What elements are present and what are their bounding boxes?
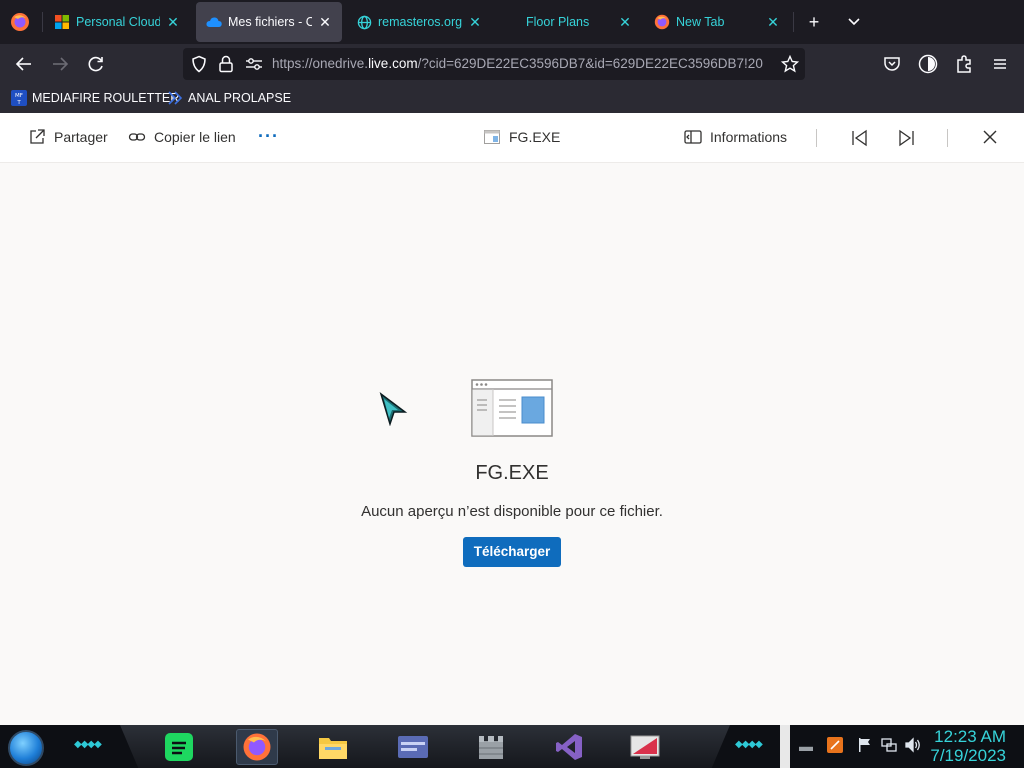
information-button[interactable]: Informations bbox=[684, 128, 787, 146]
share-button[interactable]: Partager bbox=[28, 128, 108, 146]
tab-floor-plans[interactable]: Floor Plans ✕ bbox=[496, 2, 642, 42]
bookmark-mediafire-rouletter[interactable]: MF T MEDIAFIRE ROULETTER bbox=[11, 90, 179, 106]
close-tab-icon[interactable]: ✕ bbox=[468, 15, 482, 29]
tab-personal-cloud[interactable]: Personal Cloud S ✕ bbox=[44, 2, 190, 42]
bookmarks-toolbar: MF T MEDIAFIRE ROULETTER ANAL PROLAPSE bbox=[0, 84, 1024, 113]
shield-tracking-protection-icon[interactable] bbox=[190, 55, 208, 78]
reload-icon[interactable] bbox=[86, 54, 106, 74]
tab-title: remasteros.org/i bbox=[378, 15, 462, 29]
new-tab-plus-icon[interactable]: + bbox=[804, 12, 824, 32]
svg-text:MF: MF bbox=[15, 93, 23, 99]
mediafire-icon: MF T bbox=[11, 90, 27, 106]
taskbar-app-spotify[interactable] bbox=[158, 729, 200, 765]
navigation-toolbar: https://onedrive.live.com/?cid=629DE22EC… bbox=[0, 44, 1024, 84]
command-divider bbox=[947, 129, 948, 147]
network-icon[interactable] bbox=[880, 737, 898, 755]
taskbar-app-media[interactable] bbox=[624, 729, 666, 765]
taskbar-decoration-chevrons: ◆◆◆◆ bbox=[735, 739, 763, 750]
share-icon bbox=[28, 128, 46, 146]
copy-link-label: Copier le lien bbox=[154, 129, 236, 145]
tab-new-tab[interactable]: New Tab ✕ bbox=[644, 2, 790, 42]
url-text[interactable]: https://onedrive.live.com/?cid=629DE22EC… bbox=[272, 56, 772, 71]
previous-file-icon[interactable] bbox=[849, 128, 869, 148]
bookmark-star-icon[interactable] bbox=[780, 54, 800, 78]
file-name-heading: FG.EXE bbox=[475, 462, 549, 484]
exe-file-icon bbox=[483, 128, 501, 146]
next-file-icon[interactable] bbox=[897, 128, 917, 148]
tab-title: Personal Cloud S bbox=[76, 15, 160, 29]
site-permissions-icon[interactable] bbox=[245, 56, 263, 77]
microsoft-logo-icon bbox=[54, 14, 70, 30]
tab-divider bbox=[42, 12, 43, 32]
tab-title: Floor Plans bbox=[526, 15, 590, 29]
taskbar: ◆◆◆◆ ◆◆◆◆ ▬ 12:23 AM 7/19/2023 bbox=[0, 725, 1024, 768]
close-tab-icon[interactable]: ✕ bbox=[618, 15, 632, 29]
taskbar-app-window[interactable] bbox=[392, 729, 434, 765]
firefox-account-icon[interactable] bbox=[918, 54, 938, 74]
extensions-puzzle-icon[interactable] bbox=[954, 54, 974, 74]
taskbar-app-castle[interactable] bbox=[470, 729, 512, 765]
bookmark-folder-icon bbox=[167, 90, 183, 106]
taskbar-decoration-chevrons: ◆◆◆◆ bbox=[74, 739, 102, 750]
download-button[interactable]: Télécharger bbox=[463, 537, 561, 567]
pocket-icon[interactable] bbox=[882, 54, 902, 74]
lock-icon[interactable] bbox=[218, 55, 234, 78]
show-desktop-icon[interactable]: ▬ bbox=[797, 737, 815, 755]
copy-link-button[interactable]: Copier le lien bbox=[128, 128, 236, 146]
url-bar[interactable]: https://onedrive.live.com/?cid=629DE22EC… bbox=[183, 48, 805, 80]
close-viewer-icon[interactable] bbox=[981, 128, 1001, 148]
taskbar-app-visual-studio[interactable] bbox=[548, 729, 590, 765]
taskbar-scrollbar[interactable] bbox=[780, 725, 790, 768]
list-all-tabs-chevron-icon[interactable] bbox=[844, 12, 864, 32]
link-icon bbox=[128, 128, 146, 146]
bookmark-label: ANAL PROLAPSE bbox=[188, 91, 292, 105]
clock-time: 12:23 AM bbox=[934, 727, 1006, 746]
firefox-menu-icon[interactable] bbox=[10, 12, 30, 32]
volume-icon[interactable] bbox=[904, 737, 922, 755]
firefox-icon bbox=[654, 14, 670, 30]
globe-icon bbox=[356, 14, 372, 30]
onedrive-cloud-icon bbox=[206, 14, 222, 30]
start-orb-icon[interactable] bbox=[8, 730, 44, 766]
bookmark-anal-prolapse[interactable]: ANAL PROLAPSE bbox=[167, 90, 291, 106]
file-title-text: FG.EXE bbox=[509, 129, 561, 145]
share-label: Partager bbox=[54, 129, 108, 145]
tab-title: Mes fichiers - One bbox=[228, 15, 312, 29]
close-tab-icon[interactable]: ✕ bbox=[318, 15, 332, 29]
tab-mes-fichiers[interactable]: Mes fichiers - One ✕ bbox=[196, 2, 342, 42]
taskbar-app-file-explorer[interactable] bbox=[312, 729, 354, 765]
close-tab-icon[interactable]: ✕ bbox=[166, 15, 180, 29]
close-tab-icon[interactable]: ✕ bbox=[766, 15, 780, 29]
svg-text:T: T bbox=[16, 100, 21, 106]
clock-date: 7/19/2023 bbox=[930, 746, 1006, 765]
bookmark-label: MEDIAFIRE ROULETTER bbox=[32, 91, 180, 105]
tab-divider bbox=[793, 12, 794, 32]
hamburger-menu-icon[interactable] bbox=[990, 54, 1010, 74]
taskbar-clock[interactable]: 12:23 AM 7/19/2023 bbox=[930, 727, 1006, 765]
mouse-cursor-icon bbox=[378, 392, 408, 427]
taskbar-app-firefox[interactable] bbox=[236, 729, 278, 765]
generic-file-placeholder-icon bbox=[471, 379, 553, 439]
information-label: Informations bbox=[710, 129, 788, 145]
forward-arrow-icon[interactable] bbox=[50, 54, 70, 74]
onedrive-file-viewer: Partager Copier le lien ··· FG.EXE Infor… bbox=[0, 113, 1024, 725]
tab-remasteros[interactable]: remasteros.org/i ✕ bbox=[346, 2, 492, 42]
tab-strip: Personal Cloud S ✕ Mes fichiers - One ✕ … bbox=[0, 0, 1024, 44]
viewer-command-bar: Partager Copier le lien ··· FG.EXE Infor… bbox=[0, 113, 1024, 163]
no-preview-message: Aucun aperçu n’est disponible pour ce fi… bbox=[361, 503, 663, 520]
tab-title: New Tab bbox=[676, 15, 725, 29]
back-arrow-icon[interactable] bbox=[14, 54, 34, 74]
file-title: FG.EXE bbox=[483, 128, 560, 146]
action-center-flag-icon[interactable] bbox=[856, 737, 874, 755]
command-divider bbox=[816, 129, 817, 147]
more-options-icon[interactable]: ··· bbox=[258, 126, 279, 147]
info-pane-icon bbox=[684, 128, 702, 146]
tray-app-icon[interactable] bbox=[826, 737, 844, 755]
